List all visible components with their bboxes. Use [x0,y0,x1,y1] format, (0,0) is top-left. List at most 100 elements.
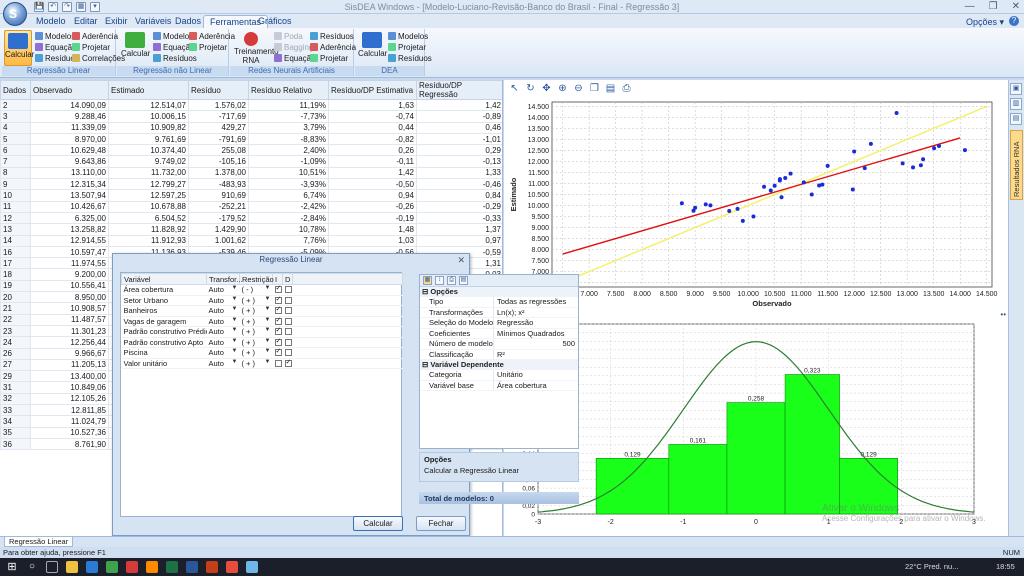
independent-checkbox[interactable] [274,337,282,346]
table-row[interactable]: 9 12.315,34 12.799,27 -483,93 -3,93% -0,50 -0,… [0,178,502,191]
table-cell[interactable]: 11.732,00 [108,166,189,180]
table-cell[interactable]: 13 [0,223,31,236]
table-cell[interactable]: 255,08 [188,144,249,157]
variable-row[interactable]: Valor unitário Auto ▼( + ) ▼ [121,358,403,369]
independent-checkbox[interactable] [274,327,282,336]
variable-row[interactable]: Padrão construtivo Apto Auto ▼( + ) ▼ [121,337,403,348]
properties-icon[interactable]: ⎙ [447,276,456,285]
transform-select[interactable]: Auto ▼ [206,295,240,306]
dependent-checkbox[interactable] [284,286,292,294]
dependent-checkbox[interactable] [284,338,292,346]
table-row[interactable]: 2 14.090,09 12.514,07 1.576,02 11,19% 1,63 1,4… [0,98,502,112]
table-cell[interactable]: 11.205,13 [30,358,109,372]
dependent-checkbox[interactable] [284,349,292,357]
restriction-select[interactable]: ( + ) ▼ [239,326,273,338]
restriction-select[interactable]: ( + ) ▼ [239,358,273,369]
table-cell[interactable]: 12.256,44 [30,336,109,349]
table-cell[interactable]: 1,63 [328,98,417,112]
bagging-button[interactable]: Bagging [274,43,313,53]
table-cell[interactable]: -0,29 [416,200,502,213]
table-cell[interactable]: 8.950,00 [30,291,109,304]
table-cell[interactable]: 429,27 [188,121,249,134]
table-cell[interactable]: 14.090,09 [30,98,109,112]
column-header[interactable]: Resíduo/DP Estimativa [328,80,417,100]
table-cell[interactable]: 33 [0,404,31,417]
table-cell[interactable]: 10,78% [248,223,329,236]
table-cell[interactable]: 14 [0,234,31,247]
projetar-dea-button[interactable]: Projetar [388,43,426,53]
table-cell[interactable]: 13.400,00 [30,370,109,383]
projetar-nl-button[interactable]: Projetar [189,43,227,53]
table-row[interactable]: 11 10.426,67 10.678,88 -252,21 -2,42% -0,26 -0… [0,200,502,213]
table-cell[interactable]: 12.597,25 [108,189,189,202]
property-value[interactable]: Regressão [494,318,578,328]
table-cell[interactable]: 9.643,86 [30,155,109,168]
table-cell[interactable]: 9.749,02 [108,155,189,168]
categorized-icon[interactable]: ▦ [423,276,432,285]
table-cell[interactable]: 21 [0,302,31,315]
table-cell[interactable]: 11.828,92 [108,223,189,236]
table-cell[interactable]: -0,74 [328,110,417,123]
table-row[interactable]: 13 13.258,82 11.828,92 1.429,90 10,78% 1,48 1,… [0,223,502,236]
table-row[interactable]: 7 9.643,86 9.749,02 -105,16 -1,09% -0,11 -0,13 [0,155,502,168]
table-cell[interactable]: 2,40% [248,144,329,157]
projetar-button[interactable]: Projetar [72,43,110,53]
tab-graficos[interactable]: Gráficos [252,15,298,28]
preview-icon[interactable]: ▤ [459,276,468,285]
zoom-in-icon[interactable]: ⊕ [557,83,568,94]
table-cell[interactable]: 13.507,94 [30,189,109,202]
table-cell[interactable]: 26 [0,347,31,360]
maximize-button[interactable]: ❐ [989,1,998,12]
table-cell[interactable]: -8,83% [248,132,329,146]
restriction-select[interactable]: ( + ) ▼ [239,305,273,317]
category-variavel-dependente[interactable]: ⊟ Variável Dependente [420,360,578,370]
table-row[interactable]: 8 13.110,00 11.732,00 1.378,00 10,51% 1,42 1,3… [0,166,502,180]
table-cell[interactable]: 11.339,09 [30,121,109,134]
table-cell[interactable]: 0,94 [328,189,417,202]
task-view-icon[interactable] [46,561,58,573]
property-row[interactable]: Número de modelos 500 [420,339,578,350]
table-cell[interactable]: 3 [0,110,31,123]
column-header[interactable]: Resíduo [188,80,249,100]
variable-row[interactable]: Vagas de garagem Auto ▼( + ) ▼ [121,316,403,327]
table-cell[interactable]: 9.288,46 [30,110,109,123]
calcular-nao-linear-button[interactable]: Calcular [121,30,150,66]
table-cell[interactable]: 5 [0,132,31,146]
independent-checkbox[interactable] [274,306,282,315]
property-value[interactable]: Ln(x); x² [494,308,578,318]
table-cell[interactable]: 1.576,02 [188,98,249,112]
property-row[interactable]: Transformações Ln(x); x² [420,307,578,318]
table-cell[interactable]: 11.912,93 [108,234,189,247]
table-cell[interactable]: 4 [0,121,31,134]
property-row[interactable]: Coeficientes Mínimos Quadrados [420,328,578,339]
table-cell[interactable]: -0,19 [328,211,417,225]
column-header[interactable]: Resíduo Relativo [248,80,329,100]
table-cell[interactable]: 31 [0,381,31,394]
table-cell[interactable]: 13.258,82 [30,223,109,236]
table-cell[interactable]: 29 [0,370,31,383]
table-cell[interactable]: 3,79% [248,121,329,134]
table-cell[interactable]: -0,50 [328,178,417,191]
options-menu[interactable]: Opções ▾ [966,17,1004,28]
modelos-nl-button[interactable]: Modelos [153,32,193,42]
search-icon[interactable]: ○ [26,561,38,573]
property-value[interactable]: R² [494,350,578,360]
dependent-checkbox[interactable] [284,328,292,336]
alphabetical-icon[interactable]: ↕ [435,276,444,285]
variable-row[interactable]: Banheiros Auto ▼( + ) ▼ [121,305,403,317]
side-list-icon[interactable]: ▤ [1010,113,1022,125]
table-cell[interactable]: -0,89 [416,110,502,123]
save-chart-icon[interactable]: ▤ [605,83,616,94]
tab-dados[interactable]: Dados [169,15,207,28]
table-cell[interactable]: 1,42 [416,98,502,112]
table-cell[interactable]: 0,44 [328,121,417,134]
table-cell[interactable]: 7 [0,155,31,168]
independent-checkbox[interactable] [274,295,282,304]
excel-icon[interactable] [166,561,178,573]
column-header[interactable]: Observado [30,80,109,100]
independent-checkbox[interactable] [274,285,282,294]
aderencia-nl-button[interactable]: Aderência [189,32,235,42]
table-cell[interactable]: 10.374,40 [108,144,189,157]
table-cell[interactable]: 8 [0,166,31,180]
table-cell[interactable]: 10,51% [248,166,329,180]
